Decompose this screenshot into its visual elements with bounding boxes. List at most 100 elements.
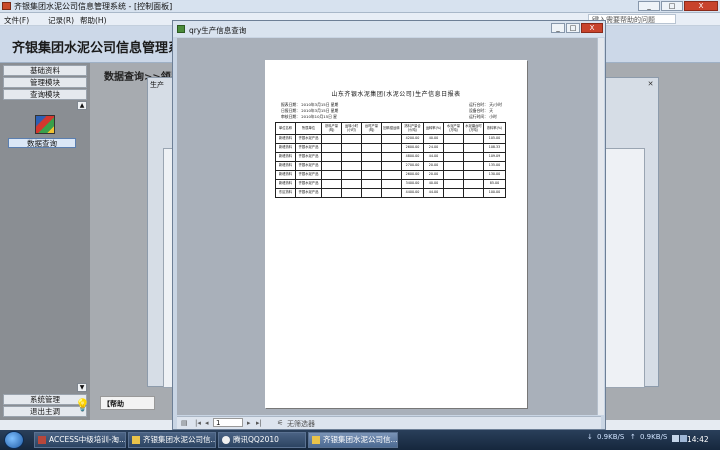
last-page-icon[interactable]: ▸| [256, 419, 262, 427]
upload-speed: 0.9KB/S [640, 433, 668, 441]
qq-icon [222, 436, 230, 444]
report-cell: 40.00 [423, 179, 444, 189]
task-qq[interactable]: 腾讯QQ2010 [218, 432, 306, 448]
report-cell [463, 179, 484, 189]
column-header: 运转小时(小时) [341, 122, 362, 135]
lightbulb-icon: 💡 [75, 398, 90, 412]
report-cell: 135.00 [483, 161, 506, 171]
report-cell [443, 179, 464, 189]
report-table: 单位名称 所属单位 熟料产量(吨) 运转小时(小时) 台时产量(吨) 回转窑运转… [275, 122, 506, 198]
report-cell [443, 143, 464, 153]
query-minimize-button[interactable]: _ [551, 23, 565, 33]
report-cell: 新峰熟料 [275, 134, 296, 144]
query-window-title: qry生产信息查询 [189, 26, 247, 35]
report-cell: 新峰熟料 [275, 161, 296, 171]
folder-icon [312, 436, 320, 444]
next-page-icon[interactable]: ▸ [247, 419, 251, 427]
report-cell [321, 161, 342, 171]
column-header: 所属单位 [295, 122, 322, 135]
task-cement-system-2[interactable]: 齐银集团水泥公司信... [308, 432, 398, 448]
query-maximize-button[interactable]: □ [566, 23, 580, 33]
report-cell: 108.33 [483, 143, 506, 153]
report-cell: 85.00 [483, 179, 506, 189]
query-close-button[interactable]: X [581, 23, 603, 33]
menu-record[interactable]: 记录(R) [48, 15, 74, 26]
window-title: 齐银集团水泥公司信息管理系统 - [控制面板] [14, 2, 173, 11]
report-title: 山东齐银水泥集团(水泥公司)生产信息日报表 [331, 91, 461, 98]
report-cell [463, 152, 484, 162]
task-label: 齐银集团水泥公司信... [143, 435, 216, 444]
close-icon[interactable]: ✕ [646, 80, 655, 88]
page-nav-icon: ▤ [181, 419, 188, 427]
report-row: 新峰熟料 齐银水泥产品 4200.00 40.00 105.00 [275, 134, 506, 144]
report-cell: 齐银水泥产品 [295, 170, 322, 180]
minimize-button[interactable]: _ [638, 1, 660, 11]
filter-status[interactable]: 无筛选器 [287, 419, 315, 429]
upload-arrow-icon: ↑ [630, 433, 636, 441]
report-meta-right-3: 运行时间： 小时 [469, 114, 497, 119]
nav-query[interactable]: 查询模块 [3, 89, 87, 100]
column-header: 单位名称 [275, 122, 296, 135]
volume-icon[interactable] [680, 435, 687, 442]
report-cell: 新峰熟料 [275, 152, 296, 162]
report-cell: 齐银水泥产品 [295, 143, 322, 153]
report-cell [463, 188, 484, 198]
hint-text: 【帮助 [103, 400, 124, 408]
report-cell [443, 188, 464, 198]
page-number-input[interactable]: 1 [213, 418, 243, 427]
scroll-down-arrow-icon[interactable]: ▼ [77, 383, 87, 392]
report-cell: 2600.00 [401, 170, 424, 180]
report-cell: 4200.00 [401, 134, 424, 144]
report-row: 新峰熟料 齐银水泥产品 3400.00 40.00 85.00 [275, 179, 506, 189]
nav-data-query[interactable]: 数据查询 [8, 138, 76, 148]
column-header: 运转率(%) [423, 122, 444, 135]
page-navigator: ▤ |◂ ◂ 1 ▸ ▸| ⚟ 无筛选器 [177, 416, 601, 429]
first-page-icon[interactable]: |◂ [195, 419, 201, 427]
report-cell: 100.00 [483, 188, 506, 198]
menu-file[interactable]: 文件(F) [4, 15, 29, 26]
query-window: qry生产信息查询 _ □ X 山东齐银水泥集团(水泥公司)生产信息日报表 报表… [172, 20, 606, 430]
access-icon [38, 436, 46, 444]
tray-icon[interactable] [672, 435, 679, 442]
report-cell: 44.00 [423, 188, 444, 198]
task-cement-system-1[interactable]: 齐银集团水泥公司信... [128, 432, 216, 448]
start-button[interactable] [4, 431, 24, 449]
prev-page-icon[interactable]: ◂ [205, 419, 209, 427]
report-header-row: 单位名称 所属单位 熟料产量(吨) 运转小时(小时) 台时产量(吨) 回转窑运转… [275, 122, 506, 135]
report-cell [341, 179, 362, 189]
scroll-up-arrow-icon[interactable]: ▲ [77, 101, 87, 110]
report-cell [361, 161, 382, 171]
query-window-titlebar: qry生产信息查询 _ □ X [173, 21, 605, 37]
report-cell: 24.00 [423, 143, 444, 153]
maximize-button[interactable]: □ [661, 1, 683, 11]
folder-icon [132, 436, 140, 444]
print-preview-area: 山东齐银水泥集团(水泥公司)生产信息日报表 报表日期： 2010年3月15日 星… [177, 38, 601, 415]
data-query-icon[interactable] [35, 115, 55, 134]
report-row: 新峰熟料 齐银水泥产品 2700.00 20.00 135.00 [275, 161, 506, 171]
close-button[interactable]: X [684, 1, 718, 11]
menu-help[interactable]: 帮助(H) [80, 15, 107, 26]
column-header: 熟料产量合计(吨) [401, 122, 424, 135]
report-cell: 105.00 [483, 134, 506, 144]
report-cell [381, 170, 402, 180]
nav-basic-data[interactable]: 基础资料 [3, 65, 87, 76]
report-cell: 2600.00 [401, 143, 424, 153]
report-cell: 齐银水泥产品 [295, 152, 322, 162]
app-icon [2, 2, 11, 10]
report-cell: 20.00 [423, 170, 444, 180]
filter-icon[interactable]: ⚟ [277, 419, 283, 427]
report-cell: 4800.00 [401, 152, 424, 162]
report-cell [361, 179, 382, 189]
taskbar: ACCESS中级培训-淘... 齐银集团水泥公司信... 腾讯QQ2010 齐银… [0, 430, 720, 450]
left-nav: 基础资料 管理模块 查询模块 ▲ 数据查询 ▼ 系统管理 退出主调 [0, 63, 90, 420]
column-header: 回转窑运转 [381, 122, 402, 135]
report-cell [341, 188, 362, 198]
report-row: 东区熟料 齐银水泥产品 4400.00 44.00 100.00 [275, 188, 506, 198]
task-access-training[interactable]: ACCESS中级培训-淘... [34, 432, 126, 448]
report-cell [321, 170, 342, 180]
download-arrow-icon: ↓ [587, 433, 593, 441]
report-cell: 3400.00 [401, 179, 424, 189]
nav-management[interactable]: 管理模块 [3, 77, 87, 88]
vertical-scrollbar[interactable] [597, 38, 604, 415]
report-row: 新峰熟料 齐银水泥产品 2600.00 24.00 108.33 [275, 143, 506, 153]
